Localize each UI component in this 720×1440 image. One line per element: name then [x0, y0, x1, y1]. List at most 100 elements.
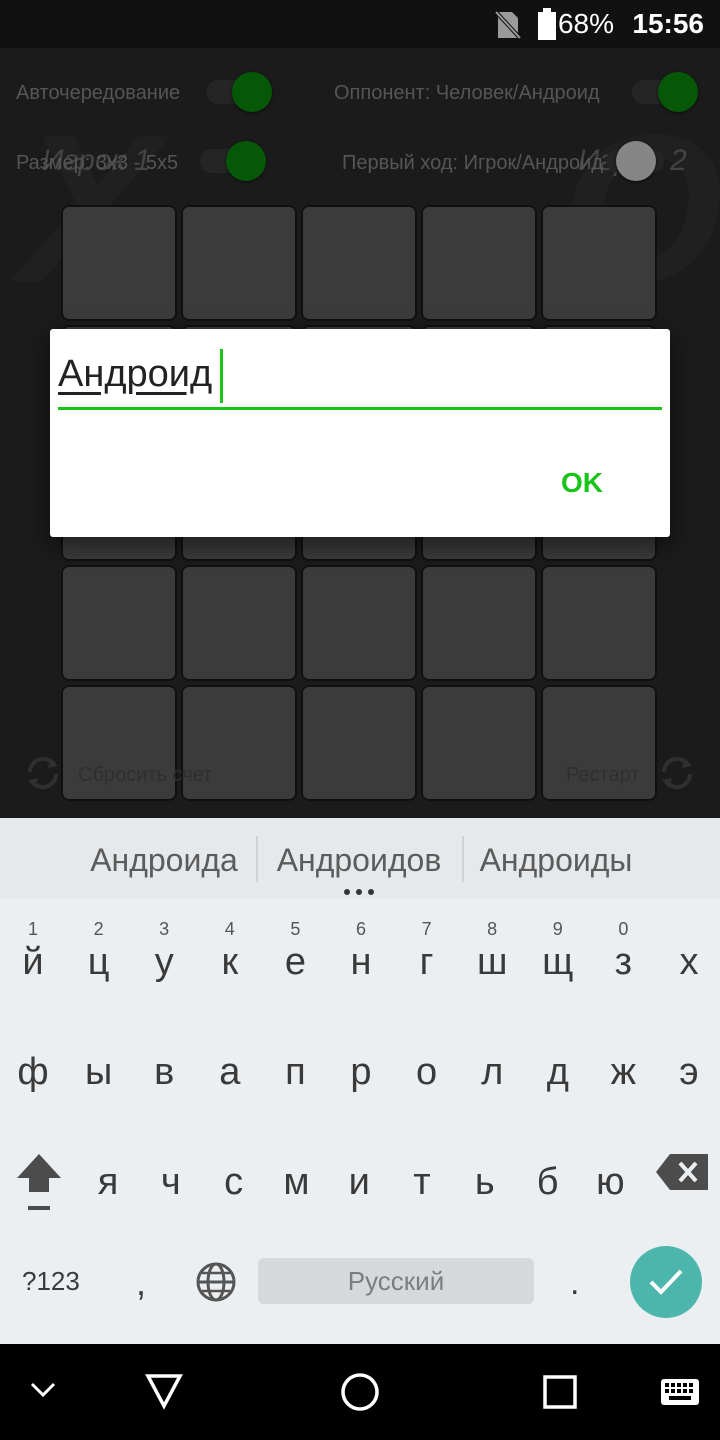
- key-letter: ж: [610, 1051, 637, 1093]
- key-letter: э: [679, 1051, 699, 1093]
- letter-key[interactable]: э: [657, 1018, 720, 1118]
- key-number-hint: 4: [224, 919, 235, 939]
- key-letter: й: [22, 941, 44, 983]
- back-icon[interactable]: [144, 1372, 184, 1410]
- letter-key[interactable]: б: [516, 1128, 580, 1228]
- letter-key[interactable]: ж: [591, 1018, 655, 1118]
- input-underline: [58, 407, 662, 410]
- key-letter: з: [614, 941, 633, 983]
- suggestion-item[interactable]: Андроида: [84, 842, 244, 879]
- key-number-hint: 9: [552, 919, 563, 939]
- symbols-key[interactable]: ?123: [22, 1266, 80, 1297]
- letter-key[interactable]: 3у: [132, 908, 196, 1008]
- letter-key[interactable]: 9щ: [526, 908, 590, 1008]
- key-letter: ш: [476, 941, 508, 983]
- key-number-hint: 2: [93, 919, 104, 939]
- letter-key[interactable]: с: [202, 1128, 266, 1228]
- key-letter: х: [679, 941, 699, 983]
- comma-key[interactable]: ,: [136, 1262, 146, 1304]
- letter-key[interactable]: в: [132, 1018, 196, 1118]
- key-number-hint: 7: [421, 919, 432, 939]
- backspace-icon[interactable]: [656, 1154, 708, 1190]
- key-number-hint: 1: [27, 919, 38, 939]
- letter-key[interactable]: 7г: [395, 908, 459, 1008]
- letter-key[interactable]: 0з: [591, 908, 655, 1008]
- space-bar[interactable]: Русский: [258, 1258, 534, 1304]
- letter-key[interactable]: х: [657, 908, 720, 1008]
- name-dialog: Андроид OK: [50, 329, 670, 537]
- letter-key[interactable]: 1й: [1, 908, 65, 1008]
- key-letter: ч: [160, 1161, 181, 1203]
- letter-key[interactable]: 4к: [198, 908, 262, 1008]
- letter-key[interactable]: о: [395, 1018, 459, 1118]
- enter-key[interactable]: [630, 1246, 702, 1318]
- letter-key[interactable]: ю: [578, 1128, 642, 1228]
- hide-keyboard-icon[interactable]: [28, 1380, 58, 1400]
- letter-key[interactable]: ы: [67, 1018, 131, 1118]
- key-letter: е: [284, 941, 306, 983]
- status-bar: 68% 15:56: [0, 0, 720, 48]
- key-letter: л: [481, 1051, 504, 1093]
- home-icon[interactable]: [338, 1370, 382, 1414]
- key-letter: д: [546, 1051, 569, 1093]
- key-letter: г: [419, 941, 434, 983]
- key-number-hint: 3: [159, 919, 170, 939]
- key-letter: ф: [17, 1051, 49, 1093]
- suggestion-item[interactable]: Андроидов: [272, 842, 446, 879]
- battery-percentage: 68%: [557, 8, 614, 39]
- key-letter: н: [350, 941, 372, 983]
- key-letter: у: [154, 941, 174, 983]
- letter-key[interactable]: м: [264, 1128, 328, 1228]
- key-letter: ы: [84, 1051, 113, 1093]
- letter-key[interactable]: я: [76, 1128, 140, 1228]
- key-number-hint: 8: [487, 919, 498, 939]
- key-letter: с: [224, 1161, 244, 1203]
- globe-icon[interactable]: [194, 1260, 238, 1304]
- letter-key[interactable]: р: [329, 1018, 393, 1118]
- letter-key[interactable]: л: [460, 1018, 524, 1118]
- shift-icon[interactable]: [14, 1150, 64, 1212]
- key-letter: ь: [474, 1161, 495, 1203]
- letter-key[interactable]: 5е: [263, 908, 327, 1008]
- text-cursor: [220, 349, 223, 403]
- key-letter: ц: [87, 941, 110, 983]
- letter-key[interactable]: 2ц: [67, 908, 131, 1008]
- key-number-hint: 0: [618, 919, 629, 939]
- letter-key[interactable]: д: [526, 1018, 590, 1118]
- letter-key[interactable]: ч: [139, 1128, 203, 1228]
- key-letter: м: [283, 1161, 310, 1203]
- key-letter: п: [285, 1051, 306, 1093]
- keyboard-switch-icon[interactable]: [660, 1378, 700, 1406]
- key-letter: я: [97, 1161, 119, 1203]
- no-sim-icon: [494, 10, 522, 40]
- key-letter: щ: [542, 941, 574, 983]
- suggestion-divider: [256, 836, 258, 882]
- suggestion-item[interactable]: Андроиды: [476, 842, 636, 879]
- key-letter: р: [350, 1051, 372, 1093]
- letter-key[interactable]: и: [327, 1128, 391, 1228]
- letter-key[interactable]: а: [198, 1018, 262, 1118]
- letter-key[interactable]: п: [263, 1018, 327, 1118]
- more-suggestions-icon[interactable]: [342, 888, 376, 896]
- navigation-bar: [0, 1344, 720, 1440]
- recent-apps-icon[interactable]: [542, 1374, 578, 1410]
- name-input[interactable]: Андроид: [58, 353, 212, 396]
- letter-key[interactable]: ф: [1, 1018, 65, 1118]
- period-key[interactable]: .: [570, 1264, 579, 1303]
- key-number-hint: 6: [355, 919, 366, 939]
- key-letter: т: [413, 1161, 431, 1203]
- letter-key[interactable]: т: [390, 1128, 454, 1228]
- suggestion-strip: Андроида Андроидов Андроиды: [0, 818, 720, 898]
- key-letter: ю: [596, 1161, 625, 1203]
- ok-button[interactable]: OK: [542, 463, 622, 503]
- suggestion-divider: [462, 836, 464, 882]
- letter-key[interactable]: ь: [453, 1128, 517, 1228]
- letter-key[interactable]: 6н: [329, 908, 393, 1008]
- letter-key[interactable]: 8ш: [460, 908, 524, 1008]
- key-letter: и: [348, 1161, 370, 1203]
- checkmark-icon: [649, 1269, 683, 1295]
- battery-icon: [538, 8, 556, 40]
- key-letter: к: [221, 941, 239, 983]
- key-number-hint: 5: [290, 919, 301, 939]
- key-letter: в: [154, 1051, 175, 1093]
